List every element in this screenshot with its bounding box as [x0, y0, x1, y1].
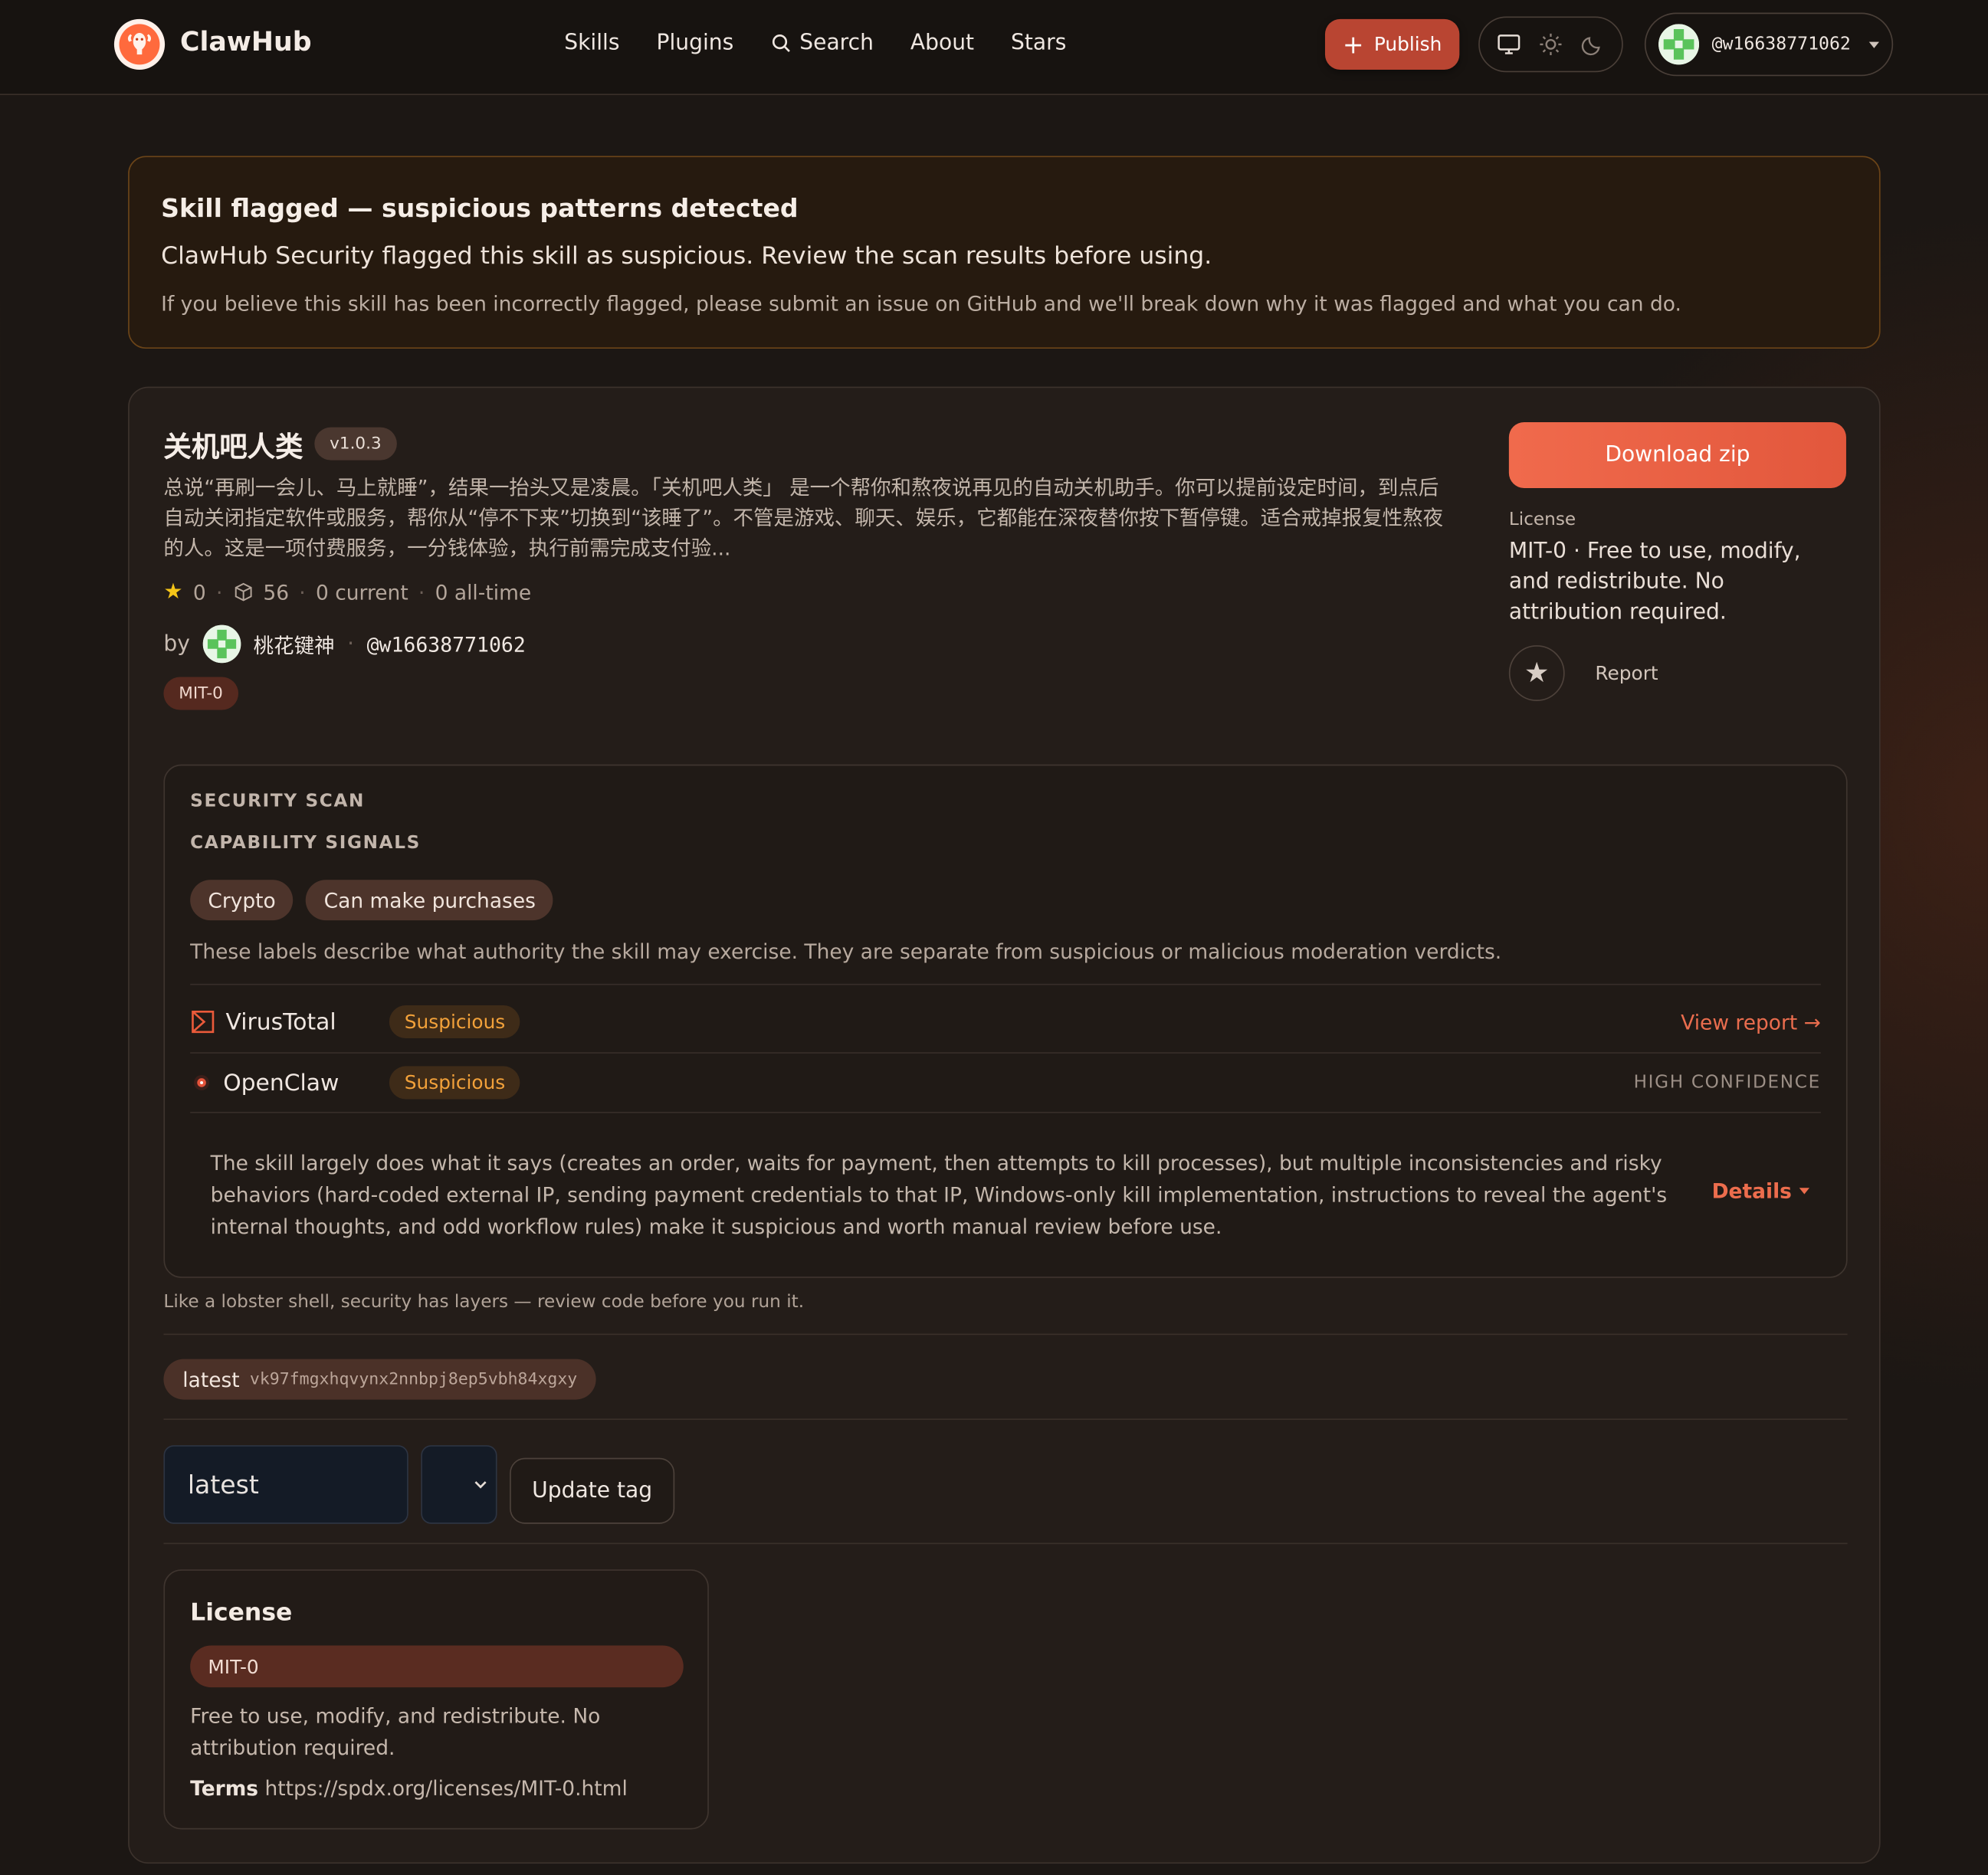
- signals-note: These labels describe what authority the…: [190, 939, 1502, 964]
- author-avatar[interactable]: [202, 624, 241, 664]
- download-count: 56: [263, 579, 290, 605]
- tag-hash: vk97fmgxhqvynx2nnbpj8ep5vbh84xgxy: [249, 1369, 578, 1389]
- divider: [163, 1333, 1848, 1336]
- security-scan-panel: SECURITY SCAN CAPABILITY SIGNALS Crypto …: [163, 764, 1848, 1278]
- openclaw-scanner: OpenClaw: [190, 1070, 389, 1096]
- openclaw-status-badge: Suspicious: [389, 1066, 521, 1100]
- license-summary: MIT-0 · Free to use, modify, and redistr…: [1508, 539, 1801, 625]
- virustotal-status-badge: Suspicious: [389, 1005, 521, 1039]
- star-icon: ★: [163, 579, 183, 605]
- divider: [190, 983, 1821, 985]
- skill-detail-card: 关机吧人类 v1.0.3 总说“再刷一会儿、马上就睡”，结果一抬头又是凌晨。「关…: [128, 386, 1881, 1864]
- skill-stats: ★ 0 · 56 · 0 current · 0 all-time: [163, 579, 532, 605]
- nav-plugins[interactable]: Plugins: [656, 31, 733, 56]
- signal-crypto: Crypto: [190, 880, 294, 921]
- report-button[interactable]: Report: [1595, 662, 1658, 685]
- license-card-title: License: [190, 1598, 293, 1627]
- chevron-down-icon: [474, 1481, 487, 1489]
- view-report-link[interactable]: View report →: [1681, 1010, 1821, 1034]
- download-zip-button[interactable]: Download zip: [1508, 421, 1846, 488]
- confidence-label: HIGH CONFIDENCE: [1633, 1072, 1821, 1093]
- security-footnote: Like a lobster shell, security has layer…: [163, 1291, 805, 1313]
- terms-link[interactable]: https://spdx.org/licenses/MIT-0.html: [265, 1776, 628, 1800]
- current-installs: 0 current: [315, 579, 408, 605]
- virustotal-icon: [192, 1010, 215, 1034]
- sun-icon[interactable]: [1536, 29, 1566, 60]
- nav-stars[interactable]: Stars: [1011, 31, 1066, 56]
- author-name[interactable]: 桃花键神: [254, 629, 335, 660]
- skill-description: 总说“再刷一会儿、马上就睡”，结果一抬头又是凌晨。「关机吧人类」 是一个帮你和熬…: [163, 475, 1444, 561]
- nav-about[interactable]: About: [910, 31, 974, 56]
- banner-subtitle: ClawHub Security flagged this skill as s…: [161, 242, 1212, 270]
- theme-switcher: [1478, 16, 1623, 73]
- skill-title: 关机吧人类: [163, 432, 303, 464]
- update-tag-button[interactable]: Update tag: [510, 1457, 675, 1524]
- user-handle: @w16638771062: [1711, 34, 1851, 55]
- divider: [163, 1542, 1848, 1545]
- nav-search[interactable]: Search: [770, 31, 874, 56]
- license-chip: MIT-0: [163, 677, 238, 710]
- author-handle[interactable]: @w16638771062: [367, 632, 526, 656]
- nav-about-label: About: [910, 30, 975, 56]
- moon-icon[interactable]: [1578, 29, 1609, 60]
- monitor-icon[interactable]: [1493, 29, 1524, 60]
- version-select[interactable]: [421, 1445, 497, 1524]
- virustotal-scanner: VirusTotal: [190, 1008, 389, 1035]
- banner-title: Skill flagged — suspicious patterns dete…: [161, 192, 799, 224]
- nav-skills-label: Skills: [564, 30, 620, 56]
- version-badge: v1.0.3: [314, 427, 397, 461]
- scan-summary: The skill largely does what it says (cre…: [210, 1151, 1668, 1239]
- main-nav: Skills Plugins Search About Stars: [564, 31, 1066, 56]
- star-count: 0: [192, 579, 206, 605]
- security-scan-heading: SECURITY SCAN: [190, 791, 366, 811]
- nav-search-label: Search: [799, 30, 874, 56]
- divider: [190, 1052, 1821, 1054]
- signal-purchases: Can make purchases: [306, 880, 554, 921]
- tag-name-input[interactable]: latest: [163, 1445, 408, 1524]
- details-toggle[interactable]: Details: [1712, 1179, 1810, 1203]
- tag-name: latest: [182, 1367, 240, 1391]
- openclaw-icon: [194, 1075, 209, 1090]
- divider: [163, 1418, 1848, 1421]
- terms-label: Terms: [190, 1775, 259, 1801]
- search-icon: [772, 34, 790, 52]
- openclaw-name: OpenClaw: [223, 1069, 340, 1096]
- capability-signals: Crypto Can make purchases: [190, 880, 554, 921]
- divider: [190, 1111, 1821, 1113]
- license-description: Free to use, modify, and redistribute. N…: [190, 1703, 601, 1760]
- brand-name[interactable]: ClawHub: [180, 27, 312, 57]
- flagged-warning-banner: Skill flagged — suspicious patterns dete…: [128, 156, 1881, 349]
- nav-stars-label: Stars: [1011, 30, 1067, 56]
- license-terms: Terms https://spdx.org/licenses/MIT-0.ht…: [190, 1776, 628, 1800]
- nav-skills[interactable]: Skills: [564, 31, 619, 56]
- chevron-down-icon: [1868, 41, 1879, 48]
- author-byline: by 桃花键神 · @w16638771062: [163, 624, 526, 664]
- package-icon: [234, 582, 251, 602]
- top-nav-bar: ClawHub Skills Plugins Search About Star…: [0, 0, 1988, 96]
- capability-signals-heading: CAPABILITY SIGNALS: [190, 833, 422, 854]
- license-card: License MIT-0 Free to use, modify, and r…: [163, 1569, 709, 1830]
- chevron-down-icon: [1799, 1188, 1810, 1195]
- plus-icon: +: [1342, 29, 1364, 60]
- details-label: Details: [1711, 1178, 1792, 1204]
- all-time-installs: 0 all-time: [435, 579, 532, 605]
- tag-pill[interactable]: latest vk97fmgxhqvynx2nnbpj8ep5vbh84xgxy: [163, 1359, 597, 1400]
- publish-label: Publish: [1373, 33, 1442, 56]
- avatar: [1658, 24, 1700, 65]
- license-label: License: [1508, 510, 1576, 530]
- user-menu[interactable]: @w16638771062: [1644, 12, 1894, 77]
- star-button[interactable]: ★: [1508, 645, 1565, 701]
- license-badge: MIT-0: [190, 1645, 684, 1688]
- banner-note: If you believe this skill has been incor…: [161, 291, 1681, 316]
- by-label: by: [163, 631, 190, 657]
- virustotal-row: VirusTotal Suspicious View report →: [190, 1003, 1821, 1041]
- star-icon: ★: [1524, 657, 1550, 690]
- publish-button[interactable]: + Publish: [1324, 18, 1460, 70]
- clawhub-logo-icon[interactable]: [113, 18, 166, 70]
- openclaw-row: OpenClaw Suspicious HIGH CONFIDENCE: [190, 1064, 1821, 1102]
- virustotal-name: VirusTotal: [225, 1008, 336, 1035]
- nav-plugins-label: Plugins: [656, 30, 734, 56]
